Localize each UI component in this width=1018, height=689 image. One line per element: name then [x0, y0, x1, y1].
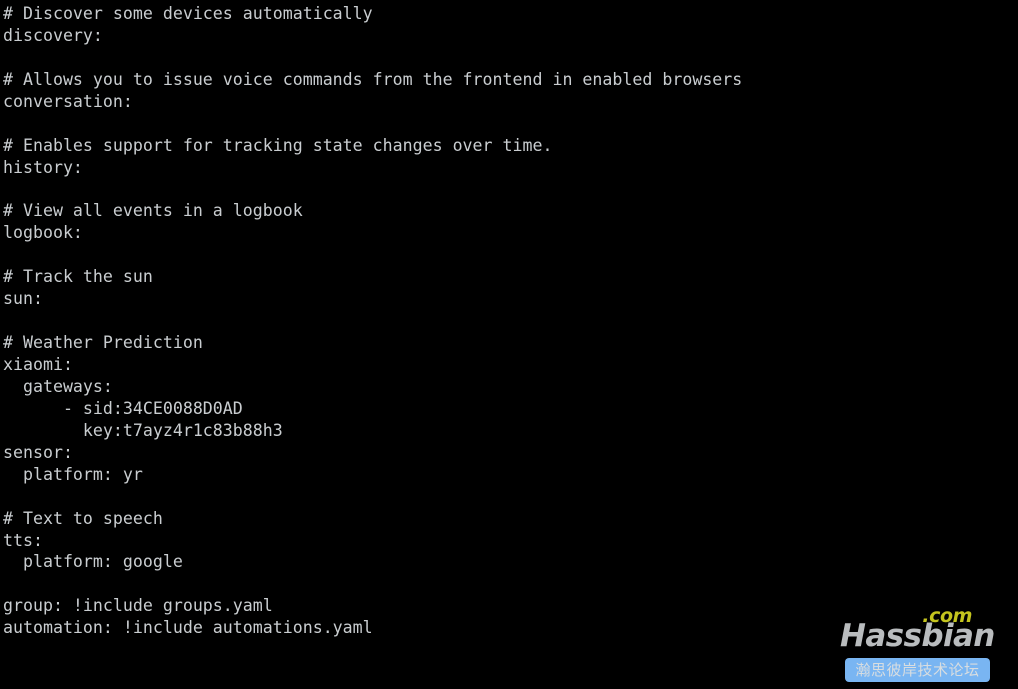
terminal-line: logbook: [3, 223, 83, 243]
terminal-line: sun: [3, 289, 43, 309]
watermark-forum-label: 瀚思彼岸技术论坛 [855, 660, 980, 679]
terminal-line: history: [3, 157, 83, 177]
terminal-line: discovery: [3, 25, 103, 45]
terminal-line: # Discover some devices automatically [3, 4, 373, 23]
terminal-line: platform: google [3, 552, 183, 572]
terminal-line: conversation: [3, 91, 133, 111]
terminal-line: platform: yr [3, 464, 143, 484]
terminal-line: # Enables support for tracking state cha… [3, 135, 553, 155]
watermark: .com Hassbian 瀚思彼岸技术论坛 [840, 605, 995, 683]
terminal-line: sensor: [3, 442, 73, 462]
terminal-line: tts: [3, 530, 43, 550]
terminal-line: # Weather Prediction [3, 333, 203, 353]
watermark-brand: Hassbian [840, 618, 995, 654]
watermark-forum-bar: 瀚思彼岸技术论坛 [845, 658, 990, 682]
terminal-output[interactable]: # Discover some devices automatically dis… [0, 0, 1018, 689]
terminal-line: # View all events in a logbook [3, 201, 303, 221]
terminal-line: - sid:34CE0088D0AD [3, 398, 243, 418]
terminal-line: # Text to speech [3, 508, 163, 528]
terminal-line: key:t7ayz4r1c83b88h3 [3, 420, 283, 440]
terminal-line: # Track the sun [3, 267, 153, 287]
terminal-line: gateways: [3, 376, 113, 396]
terminal-line: xiaomi: [3, 355, 73, 374]
terminal-line: # Allows you to issue voice commands fro… [3, 69, 743, 89]
screen-root: # Discover some devices automatically dis… [0, 0, 1018, 689]
